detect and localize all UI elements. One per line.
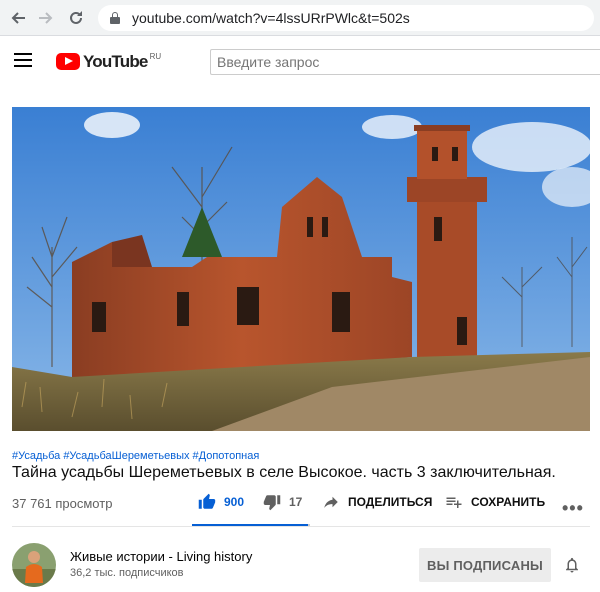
logo-country-code: RU (149, 52, 162, 61)
thumbs-up-icon (198, 493, 216, 509)
hashtag-link[interactable]: #УсадьбаШереметьевых (63, 450, 189, 462)
channel-avatar[interactable] (12, 543, 56, 587)
divider (12, 526, 590, 527)
reload-icon (70, 11, 82, 24)
hashtags: #Усадьба #УсадьбаШереметьевых #Допотопная (12, 450, 262, 462)
video-player[interactable] (12, 107, 590, 431)
forward-button[interactable] (32, 4, 60, 32)
video-title: Тайна усадьбы Шереметьевых в селе Высоко… (12, 464, 556, 481)
more-actions-button[interactable]: ••• (562, 498, 584, 519)
youtube-header: YouTube RU (0, 37, 600, 87)
address-bar[interactable]: youtube.com/watch?v=4lssURrPWlc&t=502s (98, 5, 594, 31)
play-logo-icon (56, 53, 80, 70)
channel-name[interactable]: Живые истории - Living history (70, 549, 252, 564)
dislike-count: 17 (289, 495, 303, 509)
playlist-add-icon (446, 497, 462, 508)
dislike-button[interactable]: 17 (263, 493, 302, 511)
youtube-logo[interactable]: YouTube RU (56, 51, 161, 72)
save-label: СОХРАНИТЬ (471, 495, 546, 509)
reload-button[interactable] (62, 4, 90, 32)
menu-icon[interactable] (14, 53, 32, 67)
share-label: ПОДЕЛИТЬСЯ (348, 495, 433, 509)
hashtag-link[interactable]: #Допотопная (193, 450, 260, 462)
hashtag-link[interactable]: #Усадьба (12, 450, 60, 462)
bell-icon (566, 557, 578, 573)
thumbs-down-icon (263, 495, 281, 511)
logo-text: YouTube (83, 52, 148, 71)
url-text: youtube.com/watch?v=4lssURrPWlc&t=502s (132, 10, 410, 26)
share-button[interactable]: ПОДЕЛИТЬСЯ (322, 493, 432, 511)
arrow-right-icon (39, 12, 53, 24)
lock-icon (110, 12, 120, 24)
save-button[interactable]: СОХРАНИТЬ (445, 493, 545, 511)
browser-toolbar: youtube.com/watch?v=4lssURrPWlc&t=502s (0, 0, 600, 36)
view-count: 37 761 просмотр (12, 496, 113, 511)
more-icon: ••• (562, 498, 584, 518)
search-input[interactable] (210, 49, 600, 75)
video-thumbnail-image (12, 107, 590, 431)
arrow-left-icon (11, 12, 25, 24)
subscribed-button[interactable]: ВЫ ПОДПИСАНЫ (419, 548, 551, 582)
notification-bell-button[interactable] (563, 555, 581, 580)
share-icon (324, 496, 338, 508)
avatar-image (12, 543, 56, 587)
like-button[interactable]: 900 (198, 493, 244, 511)
subscriber-count: 36,2 тыс. подписчиков (70, 567, 184, 579)
back-button[interactable] (4, 4, 32, 32)
like-count: 900 (224, 495, 245, 509)
